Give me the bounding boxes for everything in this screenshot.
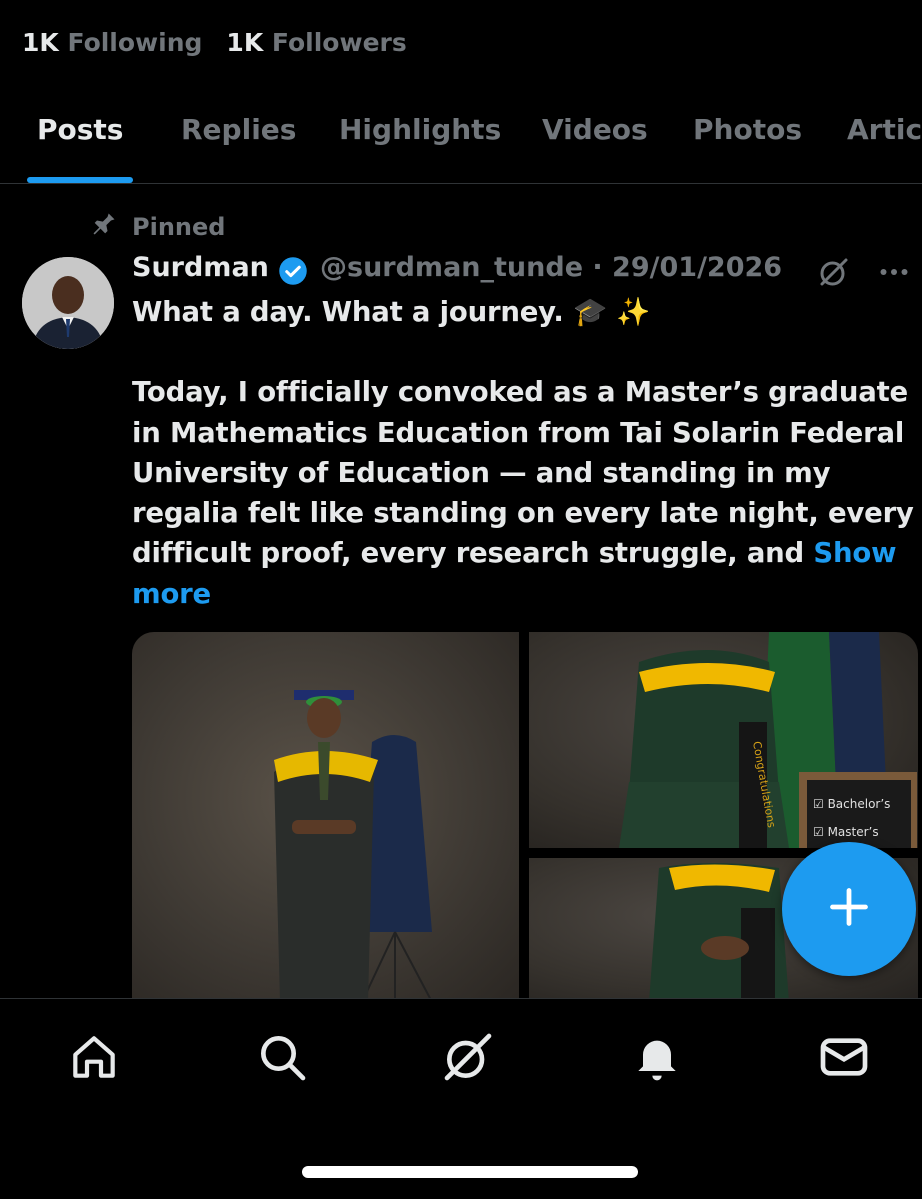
following-link[interactable]: 1K Following <box>22 28 202 57</box>
home-icon[interactable] <box>66 1029 122 1085</box>
active-tab-indicator <box>27 177 133 183</box>
profile-tabs: Posts Replies Highlights Videos Photos A… <box>0 100 922 184</box>
tab-highlights[interactable]: Highlights <box>339 113 501 146</box>
author-name[interactable]: Surdman <box>132 252 269 283</box>
more-icon[interactable] <box>876 254 912 297</box>
post-text-line: Today, I officially convoked as a Master… <box>132 376 908 409</box>
board-line-1: ☑ Bachelor’s <box>813 797 890 811</box>
tab-articles[interactable]: Artic <box>847 113 922 146</box>
follow-stats: 1K Following 1K Followers <box>22 28 407 57</box>
post-text-line: University of Education — and standing i… <box>132 456 831 489</box>
post-text-line: regalia felt like standing on every late… <box>132 497 914 530</box>
pin-icon <box>90 210 118 244</box>
graduation-photo[interactable]: Congratulations ☑ Bachelor’s ☑ Master’s <box>529 632 918 862</box>
post-text-line: What a day. What a journey. 🎓 ✨ <box>132 296 651 328</box>
post-header: Surdman @surdman_tunde · 29/01/2026 <box>132 252 912 292</box>
verified-badge-icon <box>278 256 308 293</box>
followers-link[interactable]: 1K Followers <box>226 28 406 57</box>
handle-and-date[interactable]: @surdman_tunde · 29/01/2026 <box>320 252 782 283</box>
board-line-2: ☑ Master’s <box>813 825 879 839</box>
post-text-line: difficult proof, every research struggle… <box>132 537 897 570</box>
compose-button[interactable] <box>782 842 916 976</box>
pinned-label: Pinned <box>90 210 225 244</box>
post-text-line: in Mathematics Education from Tai Solari… <box>132 416 905 449</box>
plus-icon <box>827 885 871 933</box>
tab-photos[interactable]: Photos <box>693 113 802 146</box>
show-more-link[interactable]: more <box>132 578 211 610</box>
post-body: What a day. What a journey. 🎓 ✨ Today, I… <box>132 292 917 614</box>
grok-icon[interactable] <box>816 254 852 297</box>
show-more-link[interactable]: Show <box>813 537 896 569</box>
tab-videos[interactable]: Videos <box>542 113 648 146</box>
bell-icon[interactable] <box>629 1029 685 1085</box>
tab-replies[interactable]: Replies <box>181 113 296 146</box>
tab-posts[interactable]: Posts <box>37 113 123 146</box>
search-icon[interactable] <box>254 1029 310 1085</box>
avatar[interactable] <box>22 257 114 349</box>
home-indicator[interactable] <box>302 1166 638 1178</box>
post-text-line <box>132 332 917 372</box>
grok-icon[interactable] <box>440 1029 496 1085</box>
graduation-photo[interactable] <box>132 632 519 1002</box>
mail-icon[interactable] <box>816 1029 872 1085</box>
